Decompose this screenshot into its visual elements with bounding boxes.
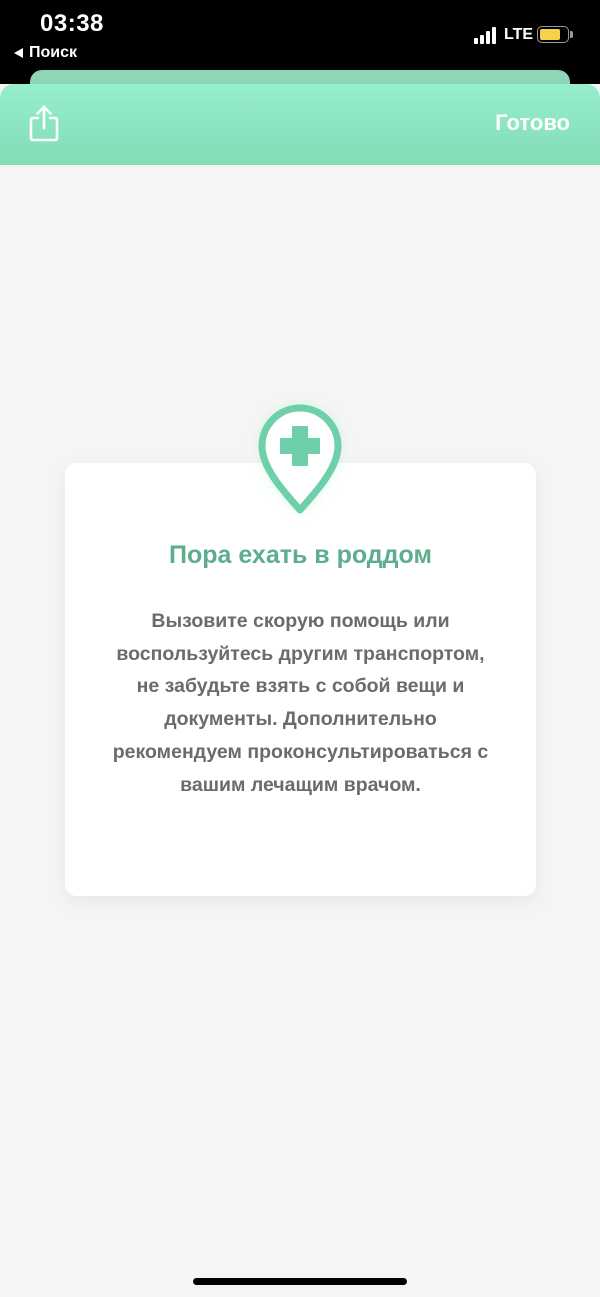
info-card: Пора ехать в роддом Вызовите скорую помо…	[65, 463, 536, 896]
back-to-search-link[interactable]: Поиск	[14, 44, 77, 62]
back-arrow-icon	[14, 48, 23, 58]
share-icon	[29, 105, 59, 142]
home-indicator[interactable]	[193, 1278, 407, 1285]
card-title: Пора ехать в роддом	[168, 541, 432, 569]
back-to-search-label: Поиск	[29, 44, 78, 61]
card-description: Вызовите скорую помощь или воспользуйтес…	[112, 610, 489, 796]
done-button[interactable]: Готово	[495, 110, 570, 136]
battery-icon	[537, 26, 569, 43]
cellular-signal-icon	[474, 27, 496, 44]
modal-header: Готово	[0, 84, 600, 165]
battery-level	[540, 29, 560, 40]
medical-location-pin-icon	[244, 396, 356, 522]
status-time: 03:38	[40, 10, 104, 37]
network-type: LTE	[504, 26, 534, 43]
share-button[interactable]	[26, 104, 64, 144]
battery-cap	[570, 31, 573, 38]
